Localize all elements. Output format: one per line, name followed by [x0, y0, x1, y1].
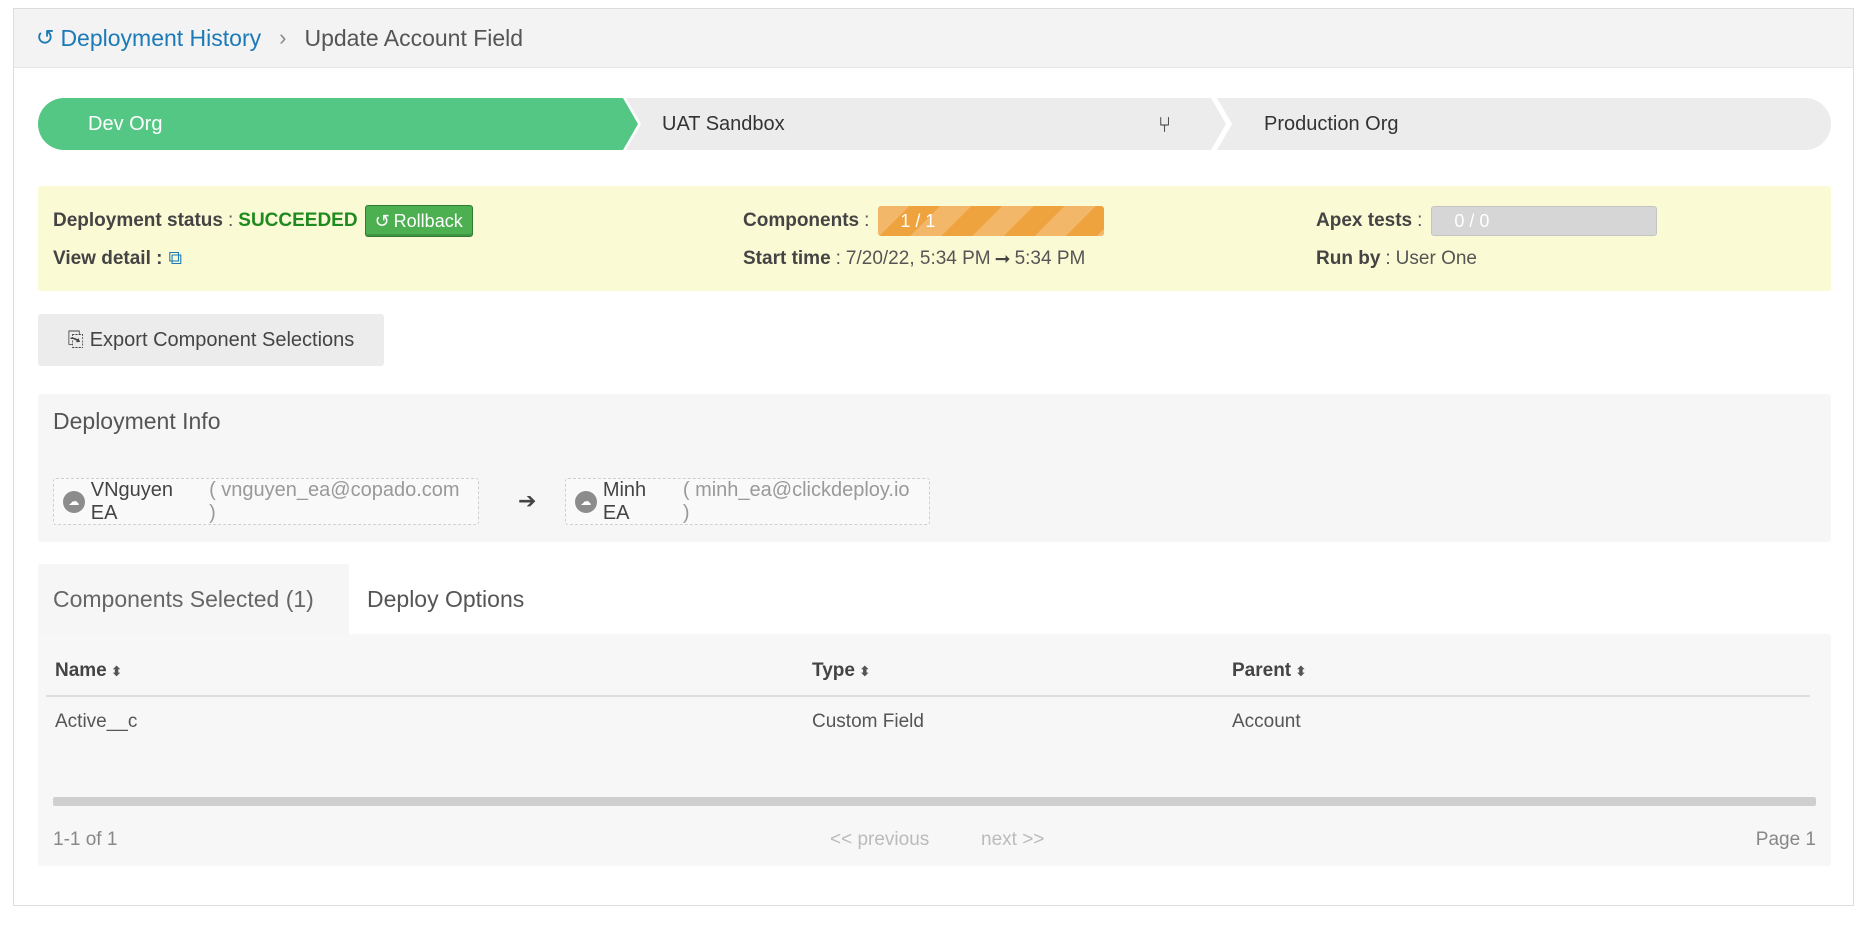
view-detail-label: View detail : [53, 248, 163, 269]
tab-components-selected[interactable]: Components Selected (1) [38, 564, 349, 634]
colon: : [227, 210, 234, 231]
pipeline-stepper: Dev Org UAT Sandbox Production Org ⑂ [38, 98, 1831, 150]
export-component-selections-button[interactable]: ⎘ Export Component Selections [38, 314, 384, 366]
copy-icon: ⎘ [67, 328, 84, 351]
rollback-label: Rollback [393, 210, 463, 231]
external-link-icon[interactable]: ⧉ [168, 248, 182, 270]
column-header-type[interactable]: Type ⬍ [812, 660, 871, 682]
colon: : [1417, 210, 1423, 231]
tab-label: Deploy Options [367, 585, 525, 612]
deployment-info-panel: Deployment Info ☁ VNguyen EA ( vnguyen_e… [38, 394, 1831, 542]
deployment-status-row: Deployment status : SUCCEEDED ↺ Rollback [53, 204, 473, 238]
arrow-right-icon: ➞ [994, 248, 1011, 270]
pagination-page: Page 1 [1755, 829, 1816, 850]
colon: : [835, 248, 841, 269]
source-org-badge: ☁ VNguyen EA ( vnguyen_ea@copado.com ) [53, 478, 479, 525]
step-dev-org[interactable]: Dev Org [38, 98, 638, 150]
source-org-name: VNguyen EA [90, 478, 174, 524]
target-org-name: Minh EA [602, 478, 647, 524]
start-time-label: Start time [743, 248, 831, 269]
breadcrumb: ↺ Deployment History › Update Account Fi… [14, 9, 1853, 68]
apex-tests-progress-bar: 0 / 0 [1431, 206, 1658, 236]
apex-tests-row: Apex tests : 0 / 0 [1316, 204, 1658, 238]
run-by-value: User One [1395, 248, 1477, 269]
step-uat-sandbox[interactable]: UAT Sandbox [626, 98, 1226, 150]
components-label: Components [743, 210, 860, 231]
breadcrumb-root-label: Deployment History [60, 24, 262, 51]
deployment-status-panel: Deployment status : SUCCEEDED ↺ Rollback… [38, 186, 1831, 291]
apex-tests-value: 0 / 0 [1454, 210, 1490, 231]
apex-tests-label: Apex tests [1316, 210, 1413, 231]
colon: : [864, 210, 870, 231]
target-org-badge: ☁ Minh EA ( minh_ea@clickdeploy.io ) [565, 478, 930, 525]
step-production-org[interactable]: Production Org [1216, 98, 1831, 150]
start-time-value: 7/20/22, 5:34 PM [845, 248, 991, 269]
tab-deploy-options[interactable]: Deploy Options [349, 564, 540, 634]
run-by-label: Run by [1316, 248, 1381, 269]
end-time-value: 5:34 PM [1014, 248, 1086, 269]
rollback-button[interactable]: ↺ Rollback [364, 205, 473, 237]
deployment-detail-panel: ↺ Deployment History › Update Account Fi… [13, 8, 1854, 906]
branch-icon[interactable]: ⑂ [1158, 112, 1171, 138]
step-label: Dev Org [88, 112, 163, 135]
column-header-label: Parent [1232, 660, 1292, 681]
undo-icon: ↺ [374, 210, 390, 231]
deployment-status-label: Deployment status [53, 210, 223, 231]
sort-icon: ⬍ [110, 663, 123, 679]
step-label: UAT Sandbox [662, 112, 785, 135]
source-org-email: ( vnguyen_ea@copado.com ) [209, 478, 460, 524]
column-header-label: Type [812, 660, 855, 681]
run-by-row: Run by : User One [1316, 244, 1477, 274]
deployment-status-value: SUCCEEDED [238, 210, 358, 231]
cell-parent: Account [1232, 711, 1301, 732]
cell-name: Active__c [55, 711, 138, 732]
export-label: Export Component Selections [89, 328, 355, 351]
view-detail-row: View detail : ⧉ [53, 244, 182, 274]
components-table: Name ⬍ Type ⬍ Parent ⬍ Active__c Custom Fie… [38, 634, 1831, 866]
colon: : [1385, 248, 1391, 269]
start-time-row: Start time : 7/20/22, 5:34 PM ➞ 5:34 PM [743, 244, 1085, 274]
breadcrumb-current: Update Account Field [304, 24, 524, 51]
horizontal-scrollbar[interactable] [53, 797, 1816, 806]
cloud-icon: ☁ [63, 490, 85, 513]
cloud-icon: ☁ [575, 490, 597, 513]
history-icon: ↺ [36, 25, 55, 50]
components-progress-bar: 1 / 1 [878, 206, 1105, 236]
deployment-info-title: Deployment Info [53, 408, 221, 434]
pagination-previous[interactable]: << previous [830, 829, 929, 851]
pagination-next[interactable]: next >> [981, 829, 1044, 851]
column-header-parent[interactable]: Parent ⬍ [1232, 660, 1307, 682]
sort-icon: ⬍ [858, 663, 871, 679]
components-value: 1 / 1 [900, 210, 936, 231]
column-header-label: Name [55, 660, 107, 681]
table-header-divider [46, 695, 1810, 697]
target-org-email: ( minh_ea@clickdeploy.io ) [682, 478, 910, 524]
pagination-range: 1-1 of 1 [53, 829, 118, 850]
step-label: Production Org [1264, 112, 1399, 135]
components-row: Components : 1 / 1 [743, 204, 1105, 238]
sort-icon: ⬍ [1295, 663, 1307, 679]
tab-bar: Components Selected (1) Deploy Options [38, 564, 540, 634]
breadcrumb-deployment-history-link[interactable]: ↺ Deployment History [36, 25, 261, 52]
tab-label: Components Selected (1) [53, 585, 314, 612]
cell-type: Custom Field [812, 711, 924, 732]
breadcrumb-separator: › [279, 25, 287, 50]
arrow-right-icon: ➔ [518, 488, 537, 513]
column-header-name[interactable]: Name ⬍ [55, 660, 122, 682]
